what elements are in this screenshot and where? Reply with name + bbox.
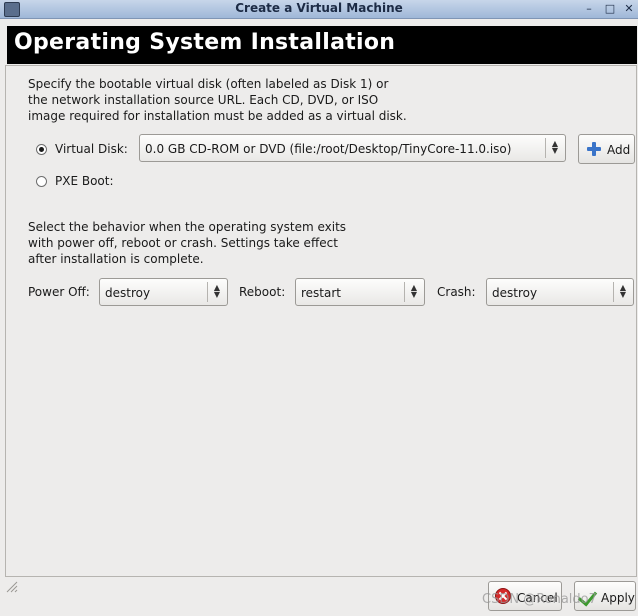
virtual-disk-label[interactable]: Virtual Disk: <box>55 142 128 156</box>
power-off-select[interactable]: destroy ▲ ▼ <box>99 278 228 306</box>
up-down-arrows-icon: ▲ ▼ <box>213 283 221 299</box>
behavior-line: Select the behavior when the operating s… <box>28 220 347 234</box>
reboot-select[interactable]: restart ▲ ▼ <box>295 278 425 306</box>
resize-grip-icon[interactable] <box>5 580 19 594</box>
apply-button-label: Apply <box>601 591 635 605</box>
minimize-icon[interactable]: – <box>582 2 596 16</box>
window-titlebar[interactable]: Create a Virtual Machine – □ ✕ <box>0 0 638 19</box>
up-down-arrows-icon: ▲ ▼ <box>410 283 418 299</box>
virtual-disk-select[interactable]: 0.0 GB CD-ROM or DVD (file:/root/Desktop… <box>139 134 566 162</box>
pxe-boot-radio[interactable] <box>36 176 47 187</box>
behavior-text: Select the behavior when the operating s… <box>28 219 346 267</box>
crash-value: destroy <box>492 286 538 300</box>
window-title: Create a Virtual Machine <box>235 1 403 15</box>
maximize-icon[interactable]: □ <box>603 2 617 16</box>
reboot-value: restart <box>301 286 342 300</box>
virtual-disk-radio[interactable] <box>36 144 47 155</box>
close-icon[interactable]: ✕ <box>622 2 636 16</box>
add-disk-button[interactable]: Add <box>578 134 635 164</box>
page-title: Operating System Installation <box>14 30 396 55</box>
page-header: Operating System Installation <box>7 26 637 64</box>
combo-separator <box>207 282 208 302</box>
watermark-text: CSDN @Ronaldo7 <box>482 592 597 607</box>
reboot-label: Reboot: <box>239 285 286 299</box>
intro-line: Specify the bootable virtual disk (often… <box>28 77 389 91</box>
up-down-arrows-icon: ▲ ▼ <box>551 139 559 155</box>
virtual-disk-value: 0.0 GB CD-ROM or DVD (file:/root/Desktop… <box>145 142 512 156</box>
behavior-line: with power off, reboot or crash. Setting… <box>28 236 338 250</box>
combo-separator <box>404 282 405 302</box>
plus-icon <box>587 142 601 156</box>
add-button-label: Add <box>607 143 631 157</box>
intro-line: the network installation source URL. Eac… <box>28 93 379 107</box>
behavior-line: after installation is complete. <box>28 252 204 266</box>
pxe-boot-label[interactable]: PXE Boot: <box>55 174 114 188</box>
power-off-label: Power Off: <box>28 285 90 299</box>
crash-label: Crash: <box>437 285 476 299</box>
intro-text: Specify the bootable virtual disk (often… <box>28 76 407 124</box>
power-off-value: destroy <box>105 286 151 300</box>
combo-separator <box>613 282 614 302</box>
intro-line: image required for installation must be … <box>28 109 407 123</box>
combo-separator <box>545 138 546 158</box>
crash-select[interactable]: destroy ▲ ▼ <box>486 278 634 306</box>
up-down-arrows-icon: ▲ ▼ <box>619 283 627 299</box>
